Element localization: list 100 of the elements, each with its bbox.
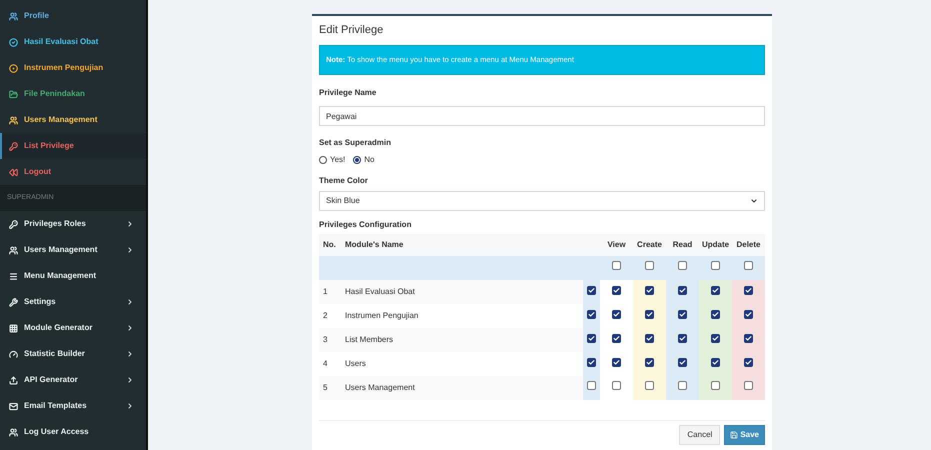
checkbox[interactable] bbox=[744, 310, 753, 318]
users-icon bbox=[9, 246, 18, 254]
checkbox[interactable] bbox=[711, 310, 720, 318]
sidebar-item[interactable]: File Penindakan bbox=[0, 81, 146, 107]
checkbox[interactable] bbox=[711, 381, 720, 390]
circle-icon bbox=[9, 64, 18, 72]
table-cell: Instrumen Pengujian bbox=[341, 304, 583, 328]
users-icon bbox=[9, 428, 18, 436]
checkbox[interactable] bbox=[587, 381, 596, 390]
checkbox[interactable] bbox=[612, 261, 621, 270]
field-label: Theme Color bbox=[319, 174, 369, 186]
table-cell: 4 bbox=[319, 352, 341, 376]
checkbox[interactable] bbox=[744, 334, 753, 342]
checkbox[interactable] bbox=[678, 286, 687, 294]
wrench-icon bbox=[9, 298, 18, 306]
field-label: Set as Superadmin bbox=[319, 136, 392, 148]
checkbox[interactable] bbox=[744, 261, 753, 270]
table-cell: List Members bbox=[341, 328, 583, 352]
select-field[interactable]: Skin Blue bbox=[319, 190, 765, 210]
checkbox[interactable] bbox=[645, 261, 654, 270]
radio-button[interactable] bbox=[353, 156, 362, 164]
table-cell: 5 bbox=[319, 376, 341, 400]
checkbox[interactable] bbox=[612, 310, 621, 318]
sidebar-item[interactable]: Module Generator bbox=[0, 315, 146, 341]
checkbox[interactable] bbox=[645, 381, 654, 390]
table-cell: 2 bbox=[319, 304, 341, 328]
radio-button[interactable] bbox=[319, 156, 327, 164]
table-cell: Users Management bbox=[341, 376, 583, 400]
checkbox[interactable] bbox=[711, 261, 720, 270]
checkbox[interactable] bbox=[711, 358, 720, 366]
column-header: No. bbox=[319, 234, 341, 256]
sidebar-item[interactable]: Settings bbox=[0, 289, 146, 315]
sidebar-item[interactable]: Menu Management bbox=[0, 263, 146, 289]
sidebar-item[interactable]: Instrumen Pengujian bbox=[0, 55, 146, 81]
checkbox[interactable] bbox=[612, 334, 621, 342]
sidebar-item[interactable]: Profile bbox=[0, 3, 146, 29]
rewind-icon bbox=[9, 168, 18, 176]
users-icon bbox=[9, 12, 18, 20]
checkbox[interactable] bbox=[645, 358, 654, 366]
column-header: View bbox=[600, 234, 633, 256]
save-icon bbox=[730, 430, 738, 438]
card-title: Edit Privilege bbox=[319, 23, 384, 38]
field-label: Privilege Name bbox=[319, 86, 378, 98]
radio-label: Yes! bbox=[330, 154, 346, 166]
checkbox[interactable] bbox=[678, 261, 687, 270]
checkbox[interactable] bbox=[678, 310, 687, 318]
mail-icon bbox=[9, 402, 18, 410]
column-header: Update bbox=[699, 234, 732, 256]
chevron-icon bbox=[126, 402, 134, 410]
cancel-button[interactable]: Cancel bbox=[679, 424, 720, 444]
chevron-icon bbox=[126, 350, 134, 358]
users-icon bbox=[9, 116, 18, 124]
sidebar-item[interactable]: Users Management bbox=[0, 237, 146, 263]
column-header: Module's Name bbox=[341, 234, 583, 256]
column-header: Read bbox=[666, 234, 699, 256]
section-label: Privileges Configuration bbox=[319, 218, 412, 230]
table-cell: Hasil Evaluasi Obat bbox=[341, 280, 583, 304]
chevron-icon bbox=[126, 376, 134, 384]
checkbox[interactable] bbox=[587, 334, 596, 342]
checkbox[interactable] bbox=[678, 358, 687, 366]
folder-icon bbox=[9, 90, 18, 98]
checkbox[interactable] bbox=[645, 334, 654, 342]
gauge-icon bbox=[9, 350, 18, 358]
input-field[interactable]: Pegawai bbox=[319, 106, 765, 126]
table-cell: Users bbox=[341, 352, 583, 376]
sidebar-item[interactable]: API Generator bbox=[0, 367, 146, 393]
checkbox[interactable] bbox=[678, 334, 687, 342]
checkbox[interactable] bbox=[711, 286, 720, 294]
sidebar-item[interactable]: Hasil Evaluasi Obat bbox=[0, 29, 146, 55]
checkbox[interactable] bbox=[645, 310, 654, 318]
checkbox[interactable] bbox=[645, 286, 654, 294]
column-header: Create bbox=[633, 234, 666, 256]
checkbox[interactable] bbox=[711, 334, 720, 342]
chevron-icon bbox=[126, 324, 134, 332]
checkbox[interactable] bbox=[744, 381, 753, 390]
checkbox[interactable] bbox=[744, 286, 753, 294]
sidebar-item[interactable]: Log User Access bbox=[0, 419, 146, 445]
sidebar-item[interactable]: Logout bbox=[0, 159, 146, 185]
chevron-icon bbox=[126, 220, 134, 228]
checkbox[interactable] bbox=[612, 358, 621, 366]
key-icon bbox=[9, 142, 18, 150]
checkbox[interactable] bbox=[612, 286, 621, 294]
checkbox[interactable] bbox=[678, 381, 687, 390]
checkbox[interactable] bbox=[587, 358, 596, 366]
sidebar-item[interactable]: Email Templates bbox=[0, 393, 146, 419]
chevron-icon bbox=[126, 298, 134, 306]
checkbox[interactable] bbox=[587, 310, 596, 318]
checkbox[interactable] bbox=[612, 381, 621, 390]
save-button[interactable]: Save bbox=[724, 424, 765, 444]
menu-icon bbox=[9, 272, 18, 280]
chevron-icon bbox=[750, 196, 758, 204]
checkbox[interactable] bbox=[587, 286, 596, 294]
checkbox[interactable] bbox=[744, 358, 753, 366]
column-header: Delete bbox=[732, 234, 765, 256]
sidebar-item[interactable]: Statistic Builder bbox=[0, 341, 146, 367]
table-cell: 1 bbox=[319, 280, 341, 304]
upload-icon bbox=[9, 376, 18, 384]
sidebar-item[interactable]: Users Management bbox=[0, 107, 146, 133]
sidebar-item[interactable]: List Privilege bbox=[0, 133, 146, 159]
sidebar-item[interactable]: Privileges Roles bbox=[0, 211, 146, 237]
